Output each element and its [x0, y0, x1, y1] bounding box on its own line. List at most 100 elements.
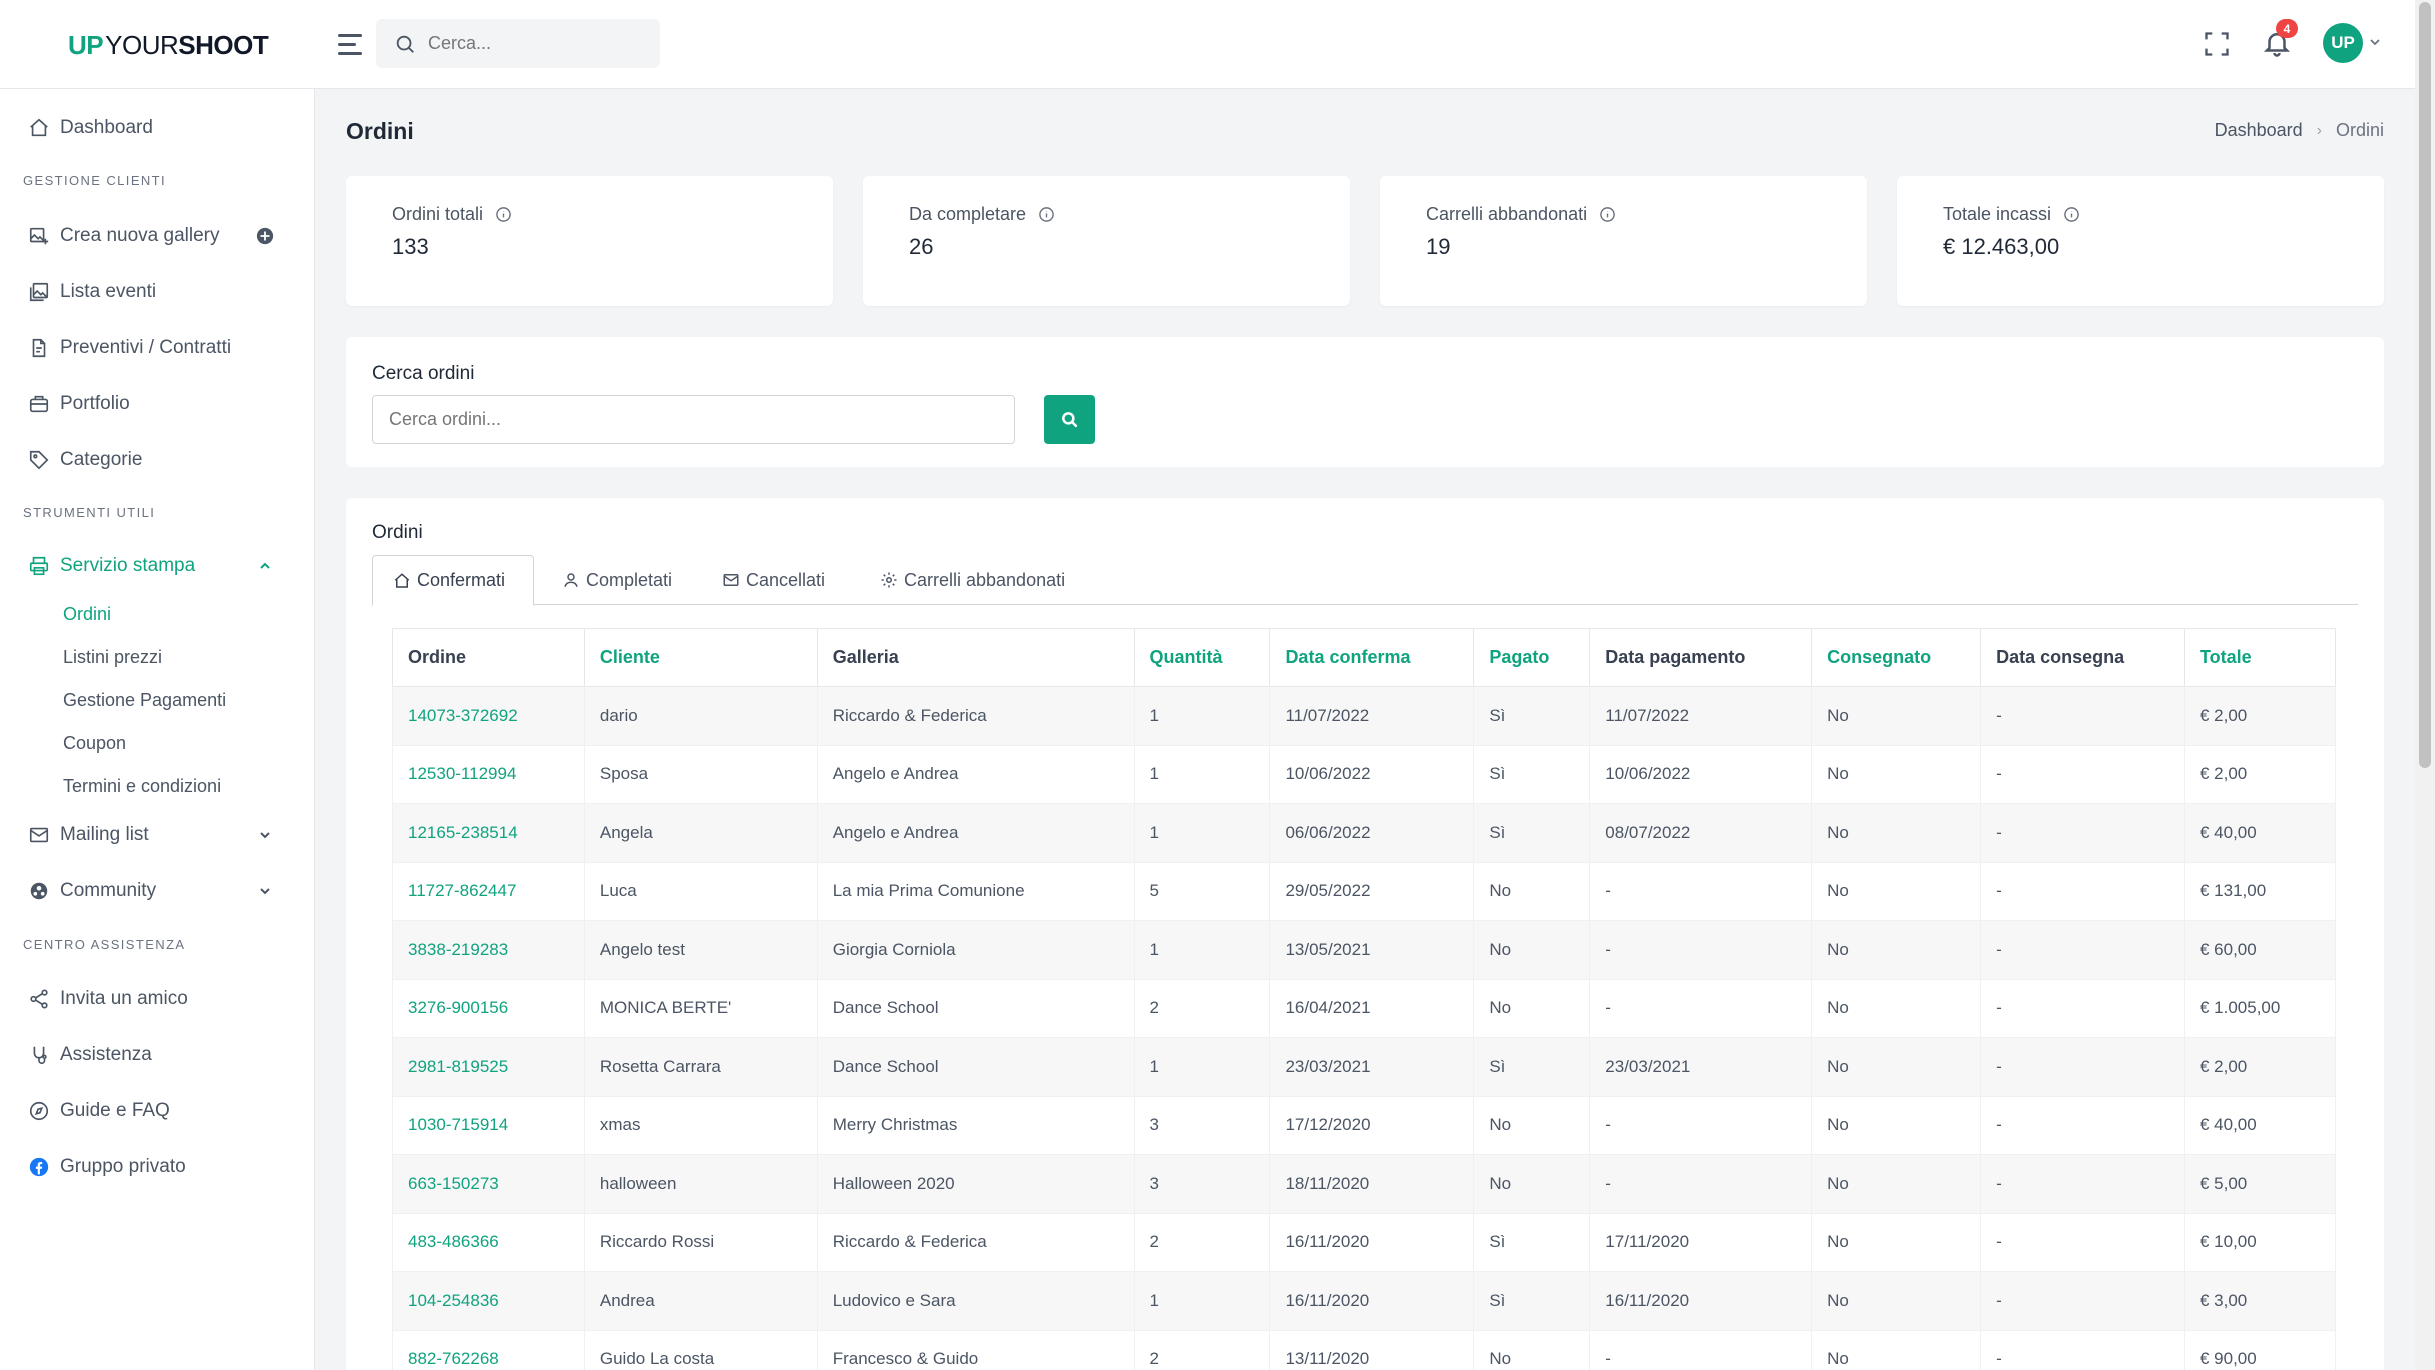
- total-cell: € 5,00: [2183, 1154, 2337, 1214]
- tab-cancellati[interactable]: Cancellati: [702, 555, 845, 605]
- info-icon[interactable]: [1038, 206, 1055, 223]
- confirm-date-cell: 11/07/2022: [1269, 686, 1475, 746]
- delivery-date-cell: -: [1980, 861, 2185, 921]
- sidebar-item-support[interactable]: Assistenza: [28, 1038, 152, 1072]
- column-header-pagato[interactable]: Pagato: [1473, 628, 1591, 687]
- tab-confermati[interactable]: Confermati: [372, 555, 534, 606]
- order-id-link[interactable]: 2981-819525: [392, 1037, 585, 1097]
- order-id-link[interactable]: 663-150273: [392, 1154, 585, 1214]
- sidebar-item-print-service[interactable]: Servizio stampa: [28, 549, 195, 583]
- column-header-totale[interactable]: Totale: [2183, 628, 2337, 687]
- sidebar-item-mailing[interactable]: Mailing list: [28, 818, 149, 852]
- confirm-date-cell: 16/11/2020: [1269, 1212, 1475, 1272]
- tab-carrelli-abbandonati[interactable]: Carrelli abbandonati: [860, 555, 1085, 605]
- sidebar-sub-termini[interactable]: Termini e condizioni: [63, 776, 221, 797]
- column-header-cliente[interactable]: Cliente: [583, 628, 818, 687]
- gallery-cell: Francesco & Guido: [816, 1329, 1135, 1370]
- delivered-cell: No: [1811, 1271, 1982, 1331]
- section-centro-assistenza: CENTRO ASSISTENZA: [23, 937, 186, 952]
- order-id-link[interactable]: 14073-372692: [392, 686, 585, 746]
- table-row: 1030-715914 xmas Merry Christmas 3 17/12/202…: [392, 1095, 2337, 1155]
- table-row: 882-762268 Guido La costa Francesco & Guid…: [392, 1329, 2337, 1370]
- stat-value: € 12.463,00: [1943, 234, 2060, 259]
- info-icon[interactable]: [1599, 206, 1616, 223]
- paid-cell: No: [1473, 861, 1591, 921]
- chevron-down-icon[interactable]: [256, 882, 274, 900]
- sidebar-item-invite[interactable]: Invita un amico: [28, 982, 188, 1016]
- avatar[interactable]: UP: [2323, 23, 2363, 63]
- menu-toggle-icon[interactable]: [338, 30, 366, 58]
- notification-badge: 4: [2276, 19, 2298, 38]
- tab-completati[interactable]: Completati: [542, 555, 692, 605]
- quantity-cell: 1: [1133, 1271, 1271, 1331]
- delivered-cell: No: [1811, 744, 1982, 804]
- order-id-link[interactable]: 3276-900156: [392, 978, 585, 1038]
- sidebar-sub-coupon[interactable]: Coupon: [63, 733, 126, 754]
- top-search-input[interactable]: [428, 33, 648, 54]
- printer-icon: [29, 556, 49, 576]
- page-title: Ordini: [346, 118, 414, 144]
- plus-circle-icon[interactable]: [256, 227, 274, 245]
- payment-date-cell: 17/11/2020: [1589, 1212, 1813, 1272]
- sidebar-item-quotes[interactable]: Preventivi / Contratti: [28, 331, 231, 365]
- sidebar-item-events[interactable]: Lista eventi: [28, 275, 156, 309]
- briefcase-icon: [29, 395, 49, 413]
- sidebar-item-private-group[interactable]: Gruppo privato: [28, 1150, 186, 1184]
- sidebar-sub-pagamenti[interactable]: Gestione Pagamenti: [63, 690, 226, 711]
- sidebar-item-dashboard[interactable]: Dashboard: [28, 111, 153, 145]
- payment-date-cell: 16/11/2020: [1589, 1271, 1813, 1331]
- client-cell: Rosetta Carrara: [583, 1037, 818, 1097]
- chevron-up-icon[interactable]: [256, 557, 274, 575]
- quantity-cell: 3: [1133, 1154, 1271, 1214]
- order-id-link[interactable]: 11727-862447: [392, 861, 585, 921]
- info-icon[interactable]: [2063, 206, 2080, 223]
- client-cell: Luca: [583, 861, 818, 921]
- fullscreen-icon[interactable]: [2203, 30, 2231, 58]
- sidebar-sub-listini[interactable]: Listini prezzi: [63, 647, 162, 668]
- order-id-link[interactable]: 882-762268: [392, 1329, 585, 1370]
- paid-cell: Sì: [1473, 744, 1591, 804]
- delivered-cell: No: [1811, 686, 1982, 746]
- sidebar-item-community[interactable]: Community: [28, 874, 156, 908]
- chevron-down-icon[interactable]: [2369, 36, 2381, 48]
- search-orders-input[interactable]: [372, 395, 1015, 444]
- sidebar-item-create-gallery[interactable]: Crea nuova gallery: [28, 219, 219, 253]
- column-header-data-conferma[interactable]: Data conferma: [1269, 628, 1475, 687]
- sidebar: Dashboard GESTIONE CLIENTI Crea nuova ga…: [0, 89, 315, 1370]
- delivery-date-cell: -: [1980, 1095, 2185, 1155]
- sidebar-sub-ordini[interactable]: Ordini: [63, 604, 111, 625]
- total-cell: € 2,00: [2183, 686, 2337, 746]
- delivery-date-cell: -: [1980, 1212, 2185, 1272]
- tab-label: Carrelli abbandonati: [904, 569, 1066, 590]
- sidebar-item-categories[interactable]: Categorie: [28, 443, 142, 477]
- stat-value: 19: [1426, 234, 1451, 259]
- top-search[interactable]: [376, 19, 660, 68]
- info-icon[interactable]: [495, 206, 512, 223]
- column-header-quantita[interactable]: Quantità: [1133, 628, 1271, 687]
- order-id-link[interactable]: 12165-238514: [392, 803, 585, 863]
- table-row: 3276-900156 MONICA BERTE' Dance School 2 16/…: [392, 978, 2337, 1038]
- total-cell: € 90,00: [2183, 1329, 2337, 1370]
- page-scrollbar[interactable]: [2415, 0, 2435, 1370]
- scrollbar-thumb[interactable]: [2419, 2, 2431, 768]
- logo-your: YOUR: [105, 29, 179, 60]
- search-orders-button[interactable]: [1044, 395, 1095, 444]
- logo[interactable]: UP YOUR SHOOT: [68, 28, 269, 62]
- sidebar-item-portfolio[interactable]: Portfolio: [28, 387, 130, 421]
- client-cell: Andrea: [583, 1271, 818, 1331]
- column-header-consegnato[interactable]: Consegnato: [1811, 628, 1982, 687]
- table-row: 2981-819525 Rosetta Carrara Dance School 1 2…: [392, 1037, 2337, 1097]
- delivered-cell: No: [1811, 978, 1982, 1038]
- chevron-down-icon[interactable]: [256, 826, 274, 844]
- order-id-link[interactable]: 104-254836: [392, 1271, 585, 1331]
- order-id-link[interactable]: 483-486366: [392, 1212, 585, 1272]
- stat-card-abandoned-carts: Carrelli abbandonati 19: [1380, 176, 1867, 306]
- sidebar-item-guides[interactable]: Guide e FAQ: [28, 1094, 170, 1128]
- breadcrumb-dashboard[interactable]: Dashboard: [2215, 120, 2303, 141]
- image-add-icon: [29, 227, 49, 245]
- order-id-link[interactable]: 1030-715914: [392, 1095, 585, 1155]
- order-id-link[interactable]: 12530-112994: [392, 744, 585, 804]
- order-id-link[interactable]: 3838-219283: [392, 920, 585, 980]
- search-orders-title: Cerca ordini: [372, 363, 475, 384]
- sidebar-item-label: Portfolio: [60, 393, 130, 414]
